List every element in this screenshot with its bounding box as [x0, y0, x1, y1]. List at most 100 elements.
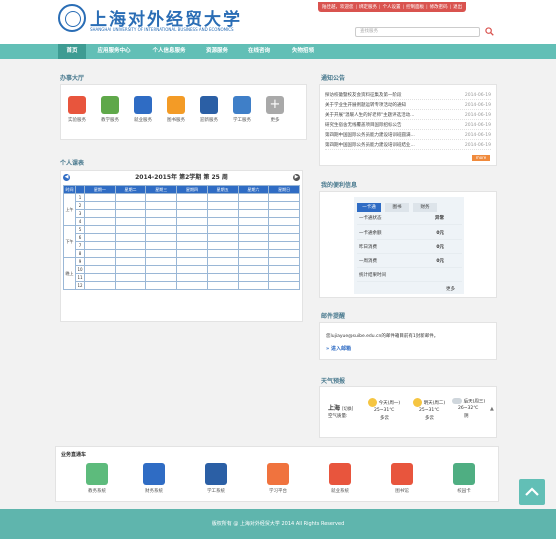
info-row: 一卡通余额 0元 — [357, 229, 462, 240]
mail-link-row[interactable]: » 进入邮箱 — [326, 345, 351, 352]
tab-campus-card[interactable]: 一卡通 — [357, 203, 381, 212]
system-item[interactable]: 校园卡 — [444, 463, 484, 494]
system-item[interactable]: 教务系统 — [77, 463, 117, 494]
student-work-icon — [205, 463, 227, 485]
tab-finance[interactable]: 财务 — [413, 203, 437, 212]
office-title: 办事大厅 — [60, 75, 85, 82]
notices-more-button[interactable]: more — [472, 155, 490, 161]
office-item[interactable]: 实验服务 — [62, 96, 92, 123]
office-item[interactable]: 学工服务 — [227, 96, 257, 123]
notices-title: 通知公告 — [321, 75, 346, 82]
chevron-up-icon — [525, 487, 539, 496]
nav-resources[interactable]: 资源服务 — [198, 44, 236, 59]
info-row: 一卡通状态 异常 — [357, 214, 462, 225]
group-morning: 上午 — [63, 193, 76, 226]
period-cell: 4 — [75, 217, 85, 226]
weather-day: 后天(周三) 26~32℃ 阴 — [452, 398, 485, 419]
period-cell: 10 — [75, 265, 85, 274]
university-seal-logo[interactable] — [58, 4, 86, 32]
back-to-top-button[interactable] — [519, 479, 545, 505]
air-quality: 空气质量: — [328, 414, 348, 419]
notice-item[interactable]: 关于学业生开展例题运转专项活动的通知 2014-06-19 — [325, 101, 491, 110]
info-row: 统计结果时间 — [357, 271, 462, 282]
tab-library[interactable]: 图书 — [385, 203, 409, 212]
office-item[interactable]: 迎新服务 — [194, 96, 224, 123]
nav-online-consult[interactable]: 在线咨询 — [240, 44, 278, 59]
period-cell: 6 — [75, 233, 85, 242]
info-title: 我的便利信息 — [321, 182, 358, 189]
notice-item[interactable]: 第四期中国国际公务员能力建设培训班结业... 2014-06-19 — [325, 141, 491, 150]
period-cell: 5 — [75, 225, 85, 234]
nav-personal-info[interactable]: 个人信息服务 — [144, 44, 194, 59]
bind-service-link[interactable]: 绑定服务 — [359, 4, 377, 10]
system-item[interactable]: 财务系统 — [134, 463, 174, 494]
enter-mailbox-link[interactable]: 进入邮箱 — [331, 346, 351, 352]
col-wed: 星期三 — [145, 185, 178, 194]
period-cell: 8 — [75, 249, 85, 258]
nav-lost-found[interactable]: 失物招领 — [284, 44, 322, 59]
system-item[interactable]: 学习平台 — [258, 463, 298, 494]
info-more-link[interactable]: 更多 — [446, 286, 455, 292]
footer: 版权所有 @ 上海对外经贸大学 2014 All Rights Reserved — [0, 509, 556, 539]
welcome-text: 陆佳越，欢迎您 — [322, 5, 354, 10]
plus-icon: + — [266, 96, 284, 114]
weather-day: 明天(周二) 25~31℃ 多云 — [413, 398, 445, 421]
change-password-link[interactable]: 修改密码 — [430, 4, 448, 10]
office-item[interactable]: 教学服务 — [95, 96, 125, 123]
schedule-title: 2014-2015年 第2学期 第 25 周 — [135, 174, 228, 181]
office-item[interactable]: + 更多 — [260, 96, 290, 123]
campus-card-icon — [453, 463, 475, 485]
personal-settings-link[interactable]: 个人设置 — [383, 4, 401, 10]
office-item[interactable]: 就业服务 — [128, 96, 158, 123]
switch-city-link[interactable]: [切换] — [342, 406, 353, 411]
search-icon[interactable] — [485, 27, 494, 36]
col-sat: 星期六 — [237, 185, 270, 194]
notice-item[interactable]: 研究生宿舍无线覆盖项目国际招标公告 2014-06-19 — [325, 121, 491, 130]
next-week-icon[interactable]: ▶ — [293, 174, 300, 181]
university-name-en: SHANGHAI UNIVERSITY OF INTERNATIONAL BUS… — [90, 27, 234, 32]
cloudy-icon — [452, 398, 462, 404]
library-system-icon — [391, 463, 413, 485]
search-input[interactable]: 查找服务 — [355, 27, 480, 37]
logout-link[interactable]: 退出 — [453, 4, 462, 10]
control-panel-link[interactable]: 控制面板 — [406, 4, 424, 10]
weather-day: 今天(周一) 25~31℃ 多云 — [368, 398, 400, 421]
notice-item[interactable]: 关于开展"温暖人生的好老师"主题评选活动... 2014-06-19 — [325, 111, 491, 120]
book-icon — [101, 96, 119, 114]
info-row: 昨日消费 0元 — [357, 243, 462, 254]
system-item[interactable]: 图书馆 — [382, 463, 422, 494]
schedule-table: 时间 星期一 星期二 星期三 星期四 星期五 星期六 星期日 上午 1 2 3 4… — [63, 185, 300, 290]
system-item[interactable]: 就业系统 — [320, 463, 360, 494]
group-evening: 晚上 — [63, 257, 76, 290]
schedule-header: ◀ 2014-2015年 第2学期 第 25 周 ▶ — [63, 174, 300, 183]
period-cell: 7 — [75, 241, 85, 250]
system-item[interactable]: 学工系统 — [196, 463, 236, 494]
col-period — [75, 185, 85, 194]
notice-item[interactable]: 第四期中国国际公务员能力建设培训班圆满... 2014-06-19 — [325, 131, 491, 140]
col-mon: 星期一 — [84, 185, 116, 194]
top-links-bar: 陆佳越，欢迎您 | 绑定服务 | 个人设置 | 控制面板 | 修改密码 | 退出 — [318, 2, 467, 12]
col-tue: 星期二 — [114, 185, 147, 194]
group-afternoon: 下午 — [63, 225, 76, 258]
office-item[interactable]: 图书服务 — [161, 96, 191, 123]
nav-app-center[interactable]: 应用服务中心 — [90, 44, 138, 59]
systems-title: 业务直通车 — [61, 452, 87, 458]
mail-text: 您lujiayue@suibe.edu.cn的邮件箱目前有1封新邮件。 — [326, 334, 439, 339]
period-cell: 1 — [75, 193, 85, 202]
weather-scroll-icon[interactable]: ▲ — [490, 406, 494, 412]
learning-platform-icon — [267, 463, 289, 485]
period-cell: 11 — [75, 273, 85, 282]
employment-icon — [134, 96, 152, 114]
academic-system-icon — [86, 463, 108, 485]
sunny-icon — [368, 398, 377, 407]
weather-city: 上海 [切换] — [328, 405, 354, 412]
nav-home[interactable]: 首页 — [58, 44, 86, 59]
employment-system-icon — [329, 463, 351, 485]
period-cell: 2 — [75, 201, 85, 210]
col-time: 时间 — [63, 185, 76, 194]
schedule-section-title: 个人课表 — [60, 160, 85, 167]
notice-item[interactable]: 探访校徽暨校友会资料征集及第一阶段 2014-06-19 — [325, 91, 491, 100]
col-sun: 星期日 — [268, 185, 300, 194]
library-icon — [167, 96, 185, 114]
mail-title: 邮件提醒 — [321, 313, 346, 320]
